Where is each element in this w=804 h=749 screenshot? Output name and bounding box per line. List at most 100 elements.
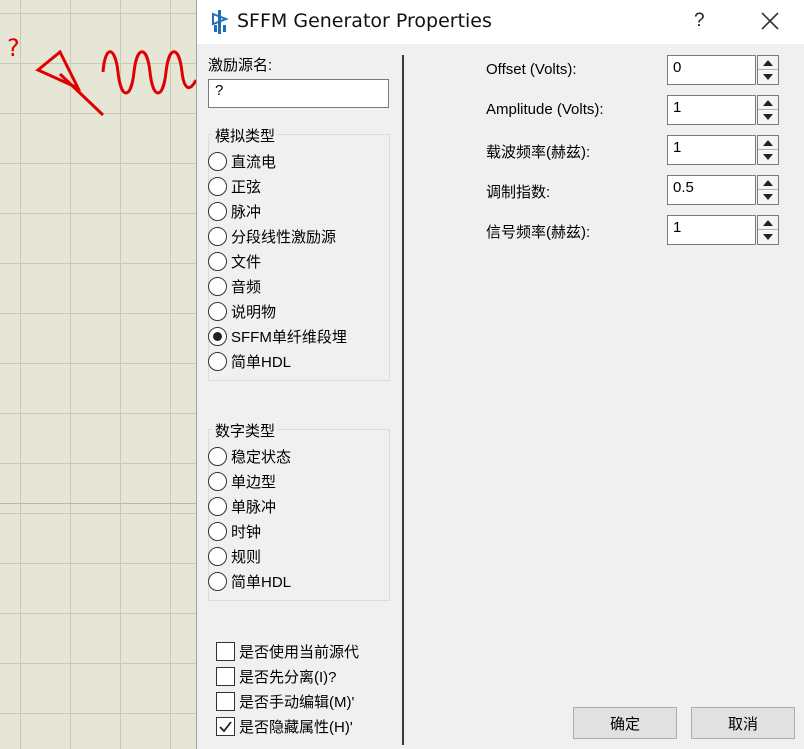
spin-down-icon[interactable] <box>758 230 778 244</box>
radio-selected-icon[interactable] <box>208 326 227 346</box>
analog-option[interactable]: 说明物 <box>208 300 276 322</box>
schematic-canvas[interactable]: ? <box>0 0 196 749</box>
radio-icon[interactable] <box>208 471 227 491</box>
spin-down-icon[interactable] <box>758 70 778 84</box>
analog-option[interactable]: 直流电 <box>208 150 276 172</box>
analog-option[interactable]: 分段线性激励源 <box>208 225 336 247</box>
parameter-input[interactable]: 1 <box>667 135 756 165</box>
analog-option-label: SFFM单纤维段埋 <box>231 328 347 346</box>
radio-icon[interactable] <box>208 176 227 196</box>
analog-option[interactable]: 音频 <box>208 275 261 297</box>
parameter-label: 信号频率(赫兹): <box>486 224 591 241</box>
parameter-input[interactable]: 1 <box>667 95 756 125</box>
spin-down-icon[interactable] <box>758 150 778 164</box>
parameter-spinner[interactable] <box>757 215 779 245</box>
checkbox-label: 是否手动编辑(M)' <box>239 693 355 711</box>
parameter-row: 信号频率(赫兹): 1 <box>405 215 804 245</box>
type-panel: 激励源名: ? 模拟类型 直流电正弦脉冲分段线性激励源 文件音频说明物 SFFM单纤… <box>197 44 403 749</box>
close-icon[interactable] <box>757 8 783 34</box>
digital-option[interactable]: 单脉冲 <box>208 495 276 517</box>
parameter-label: Amplitude (Volts): <box>486 101 604 118</box>
source-name-label: 激励源名: <box>208 57 273 74</box>
analog-option-label: 脉冲 <box>231 203 262 221</box>
analog-group-title: 模拟类型 <box>212 125 279 146</box>
parameter-label: 载波频率(赫兹): <box>486 144 591 161</box>
dialog-title: SFFM Generator Properties <box>237 10 492 32</box>
checkbox-label: 是否先分离(I)? <box>239 668 337 686</box>
parameter-row: Offset (Volts): 0 <box>405 55 804 85</box>
spin-down-icon[interactable] <box>758 190 778 204</box>
ok-button[interactable]: 确定 <box>573 707 677 739</box>
checkbox-icon[interactable] <box>216 691 235 711</box>
analog-option-label: 简单HDL <box>231 353 292 371</box>
option-checkbox-row[interactable]: 是否使用当前源代 <box>216 640 368 662</box>
digital-option-label: 规则 <box>231 548 262 566</box>
radio-icon[interactable] <box>208 276 227 296</box>
parameter-row: Amplitude (Volts): 1 <box>405 95 804 125</box>
properties-dialog: SFFM Generator Properties ? 激励源名: ? 模拟类型… <box>196 0 804 749</box>
sffm-generator-symbol[interactable] <box>0 0 196 140</box>
parameter-spinner[interactable] <box>757 175 779 205</box>
spin-up-icon[interactable] <box>758 96 778 110</box>
analog-option[interactable]: 简单HDL <box>208 350 291 372</box>
checkbox-checked-icon[interactable] <box>216 716 235 736</box>
radio-icon[interactable] <box>208 251 227 271</box>
checkbox-icon[interactable] <box>216 666 235 686</box>
parameter-spinner[interactable] <box>757 55 779 85</box>
parameter-input[interactable]: 1 <box>667 215 756 245</box>
checkbox-label: 是否使用当前源代 <box>239 643 360 661</box>
radio-icon[interactable] <box>208 226 227 246</box>
checkbox-icon[interactable] <box>216 641 235 661</box>
parameter-row: 载波频率(赫兹): 1 <box>405 135 804 165</box>
analog-option[interactable]: 文件 <box>208 250 261 272</box>
digital-option[interactable]: 简单HDL <box>208 570 291 592</box>
radio-icon[interactable] <box>208 571 227 591</box>
radio-icon[interactable] <box>208 351 227 371</box>
digital-option[interactable]: 时钟 <box>208 520 261 542</box>
analog-option-label: 分段线性激励源 <box>231 228 337 246</box>
parameter-input[interactable]: 0 <box>667 55 756 85</box>
spin-up-icon[interactable] <box>758 136 778 150</box>
analog-option-label: 音频 <box>231 278 262 296</box>
spin-up-icon[interactable] <box>758 176 778 190</box>
help-button[interactable]: ? <box>694 10 705 32</box>
parameter-panel: Offset (Volts): 0 Amplitude (Volts): 1 载波频率(… <box>405 44 804 749</box>
radio-icon[interactable] <box>208 151 227 171</box>
digital-option-label: 稳定状态 <box>231 448 292 466</box>
cancel-button[interactable]: 取消 <box>691 707 795 739</box>
parameter-label: Offset (Volts): <box>486 61 577 78</box>
option-checkbox-row[interactable]: 是否先分离(I)? <box>216 665 368 687</box>
option-checkbox-row[interactable]: 是否手动编辑(M)' <box>216 690 368 712</box>
analog-option-label: 文件 <box>231 253 262 271</box>
spin-down-icon[interactable] <box>758 110 778 124</box>
spin-up-icon[interactable] <box>758 216 778 230</box>
parameter-input[interactable]: 0.5 <box>667 175 756 205</box>
radio-icon[interactable] <box>208 301 227 321</box>
analog-option[interactable]: 正弦 <box>208 175 261 197</box>
analog-option-label: 直流电 <box>231 153 277 171</box>
radio-icon[interactable] <box>208 546 227 566</box>
radio-icon[interactable] <box>208 201 227 221</box>
option-checkbox-row[interactable]: 是否隐藏属性(H)' <box>216 715 368 737</box>
panel-divider <box>402 55 404 745</box>
title-bar[interactable]: SFFM Generator Properties ? <box>197 0 804 44</box>
digital-option[interactable]: 稳定状态 <box>208 445 291 467</box>
source-name-input[interactable]: ? <box>208 79 389 108</box>
parameter-spinner[interactable] <box>757 95 779 125</box>
parameter-row: 调制指数: 0.5 <box>405 175 804 205</box>
checkbox-label: 是否隐藏属性(H)' <box>239 718 353 736</box>
radio-icon[interactable] <box>208 521 227 541</box>
analog-option[interactable]: 脉冲 <box>208 200 261 222</box>
analog-option-label: 正弦 <box>231 178 262 196</box>
grid-line <box>0 503 196 504</box>
radio-icon[interactable] <box>208 446 227 466</box>
digital-option[interactable]: 规则 <box>208 545 261 567</box>
spin-up-icon[interactable] <box>758 56 778 70</box>
radio-icon[interactable] <box>208 496 227 516</box>
digital-option[interactable]: 单边型 <box>208 470 276 492</box>
digital-group-title: 数字类型 <box>212 420 279 441</box>
analog-option[interactable]: SFFM单纤维段埋 <box>208 325 347 347</box>
generator-icon <box>212 10 229 34</box>
parameter-spinner[interactable] <box>757 135 779 165</box>
digital-option-label: 单脉冲 <box>231 498 277 516</box>
